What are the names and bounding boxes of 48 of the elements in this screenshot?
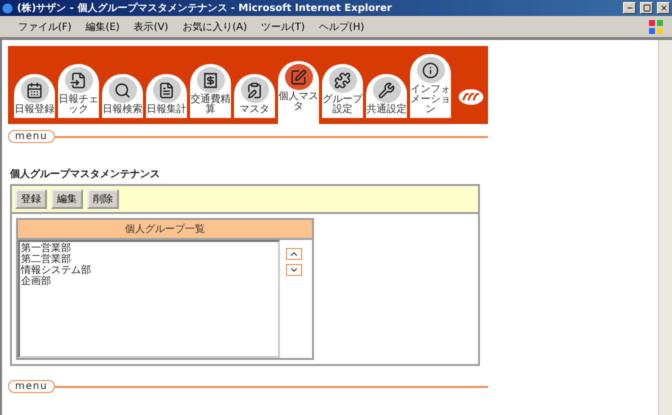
move-down-button[interactable] [286, 264, 302, 276]
menu-item[interactable]: お気に入り(A) [182, 20, 247, 34]
document-arrow-icon [70, 72, 87, 88]
windows-logo-icon [648, 18, 664, 34]
page-title: 個人グループマスタメンテナンス [10, 167, 161, 181]
nav-tab[interactable]: 共通設定 [366, 74, 407, 118]
close-icon [660, 4, 668, 12]
menu-item[interactable]: ヘルプ(H) [318, 20, 364, 34]
nav-tab[interactable]: 日報検索 [102, 74, 143, 118]
group-listbox[interactable]: 第一営業部 第二営業部 情報システム部 企画部 [18, 240, 280, 358]
browser-icon [2, 2, 13, 14]
list-option[interactable]: 企画部 [21, 276, 277, 287]
search-icon [114, 82, 131, 98]
document-icon [158, 82, 175, 98]
puzzle-icon [334, 72, 351, 88]
menu-label[interactable]: menu [8, 380, 55, 393]
nav-tab[interactable]: 日報チェック [58, 64, 99, 118]
nav-tab[interactable]: 日報登録 [14, 74, 55, 118]
menu-item[interactable]: 表示(V) [134, 20, 168, 34]
list-option[interactable]: 情報システム部 [21, 265, 277, 276]
nav-tab[interactable]: マスタ [234, 74, 275, 118]
list-option[interactable]: 第二営業部 [21, 254, 277, 265]
nav-tab[interactable]: 交通費精算 [190, 64, 231, 118]
toolbar-button[interactable]: 登録 [15, 189, 47, 209]
clipboard-icon [246, 82, 263, 98]
close-button[interactable] [657, 2, 670, 14]
nav-tab[interactable]: 日報集計 [146, 74, 187, 118]
nav-tab[interactable]: 個人マスタ [278, 61, 319, 124]
menu-item[interactable]: ツール(T) [261, 20, 305, 34]
minimize-button[interactable] [623, 2, 636, 14]
menu-label[interactable]: menu [8, 130, 55, 143]
list-option[interactable]: 第一営業部 [21, 243, 277, 254]
wrench-icon [378, 82, 395, 98]
maximize-button[interactable] [640, 2, 653, 14]
toolbar-button[interactable]: 編集 [51, 189, 83, 209]
window-title: (株)サザン - 個人グループマスタメンテナンス - Microsoft Internet Explorer [17, 1, 393, 15]
nav-tab[interactable]: グループ設定 [322, 64, 363, 118]
info-icon [422, 62, 439, 78]
calendar-icon [26, 82, 43, 98]
nav-tab[interactable]: インフォメーション [410, 54, 451, 118]
menu-item[interactable]: ファイル(F) [18, 20, 72, 34]
toolbar-button[interactable]: 削除 [87, 189, 119, 209]
list-header: 個人グループ一覧 [18, 220, 312, 240]
maximize-icon [642, 4, 650, 12]
move-up-button[interactable] [286, 248, 302, 260]
menu-item[interactable]: 編集(E) [86, 20, 120, 34]
receipt-icon [202, 72, 219, 88]
pen-icon [290, 68, 307, 86]
